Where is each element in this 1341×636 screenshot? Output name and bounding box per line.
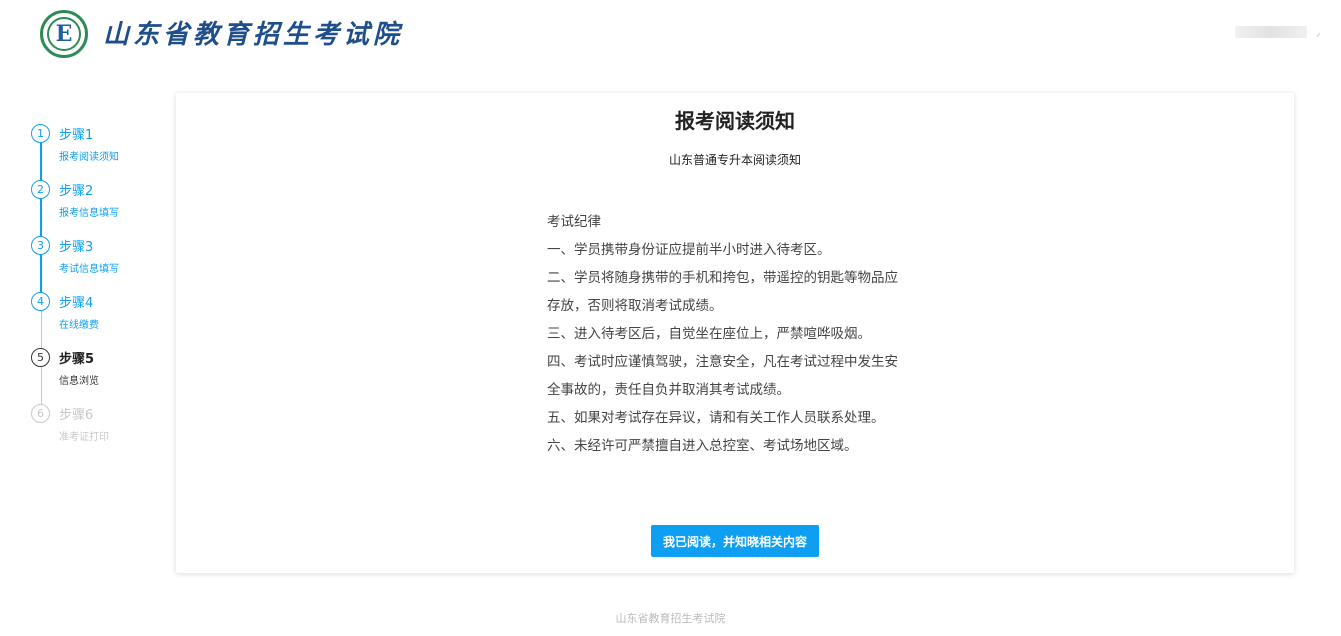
step-title: 步骤3 [59, 240, 94, 255]
notice-card: 报考阅读须知 山东普通专升本阅读须知 考试纪律 一、学员携带身份证应提前半小时进… [176, 93, 1294, 573]
step-5[interactable]: 5 步骤5 信息浏览 [30, 346, 170, 404]
step-connector [40, 255, 42, 292]
notice-line: 三、进入待考区后，自觉坐在座位上，严禁喧哗吸烟。 [547, 326, 871, 342]
page-subtitle: 山东普通专升本阅读须知 [668, 153, 801, 167]
step-desc: 信息浏览 [59, 376, 99, 387]
step-desc: 准考证打印 [59, 432, 109, 443]
step-number-circle: 3 [31, 236, 50, 255]
step-number-circle: 4 [31, 292, 50, 311]
step-4[interactable]: 4 步骤4 在线缴费 [30, 290, 170, 348]
step-title: 步骤2 [59, 184, 94, 199]
step-title: 步骤1 [59, 128, 94, 143]
notice-line: 存放，否则将取消考试成绩。 [547, 298, 723, 314]
step-6: 6 步骤6 准考证打印 [30, 402, 170, 458]
steps-sidebar: 1 步骤1 报考阅读须知 2 步骤2 报考信息填写 3 步骤3 考试信息填写 4… [30, 122, 170, 458]
header: E 山东省教育招生考试院 ⸝ [0, 0, 1341, 70]
step-number-circle: 1 [31, 124, 50, 143]
step-3[interactable]: 3 步骤3 考试信息填写 [30, 234, 170, 292]
notice-line: 四、考试时应谨慎驾驶，注意安全，凡在考试过程中发生安 [547, 354, 898, 370]
site-logo[interactable]: E [40, 10, 88, 58]
site-title: 山东省教育招生考试院 [103, 20, 404, 50]
step-desc: 考试信息填写 [59, 264, 119, 275]
notice-line: 全事故的，责任自负并取消其考试成绩。 [547, 382, 790, 398]
notice-line: 六、未经许可严禁擅自进入总控室、考试场地区域。 [547, 438, 858, 454]
step-connector [40, 367, 42, 404]
step-connector [40, 199, 42, 236]
notice-line: 一、学员携带身份证应提前半小时进入待考区。 [547, 242, 831, 258]
notice-heading: 考试纪律 [547, 214, 601, 230]
step-2[interactable]: 2 步骤2 报考信息填写 [30, 178, 170, 236]
step-title: 步骤5 [59, 352, 95, 367]
step-desc: 在线缴费 [59, 320, 99, 331]
footer-text: 山东省教育招生考试院 [615, 612, 726, 625]
step-connector [40, 311, 42, 348]
step-desc: 报考信息填写 [59, 208, 119, 219]
notice-text: 考试纪律 一、学员携带身份证应提前半小时进入待考区。 二、学员将随身携带的手机和… [547, 208, 927, 460]
notice-line: 五、如果对考试存在异议，请和有关工作人员联系处理。 [547, 410, 885, 426]
step-connector [40, 143, 42, 180]
step-desc: 报考阅读须知 [59, 152, 119, 163]
user-account-placeholder[interactable] [1235, 26, 1307, 38]
user-menu-caret-icon[interactable]: ⸝ [1316, 25, 1321, 39]
agree-button[interactable]: 我已阅读，并知晓相关内容 [651, 525, 819, 557]
step-number-circle: 2 [31, 180, 50, 199]
step-number-circle: 6 [31, 404, 50, 423]
logo-emblem-icon: E [47, 17, 81, 51]
page-title: 报考阅读须知 [675, 109, 795, 133]
notice-line: 二、学员将随身携带的手机和挎包，带遥控的钥匙等物品应 [547, 270, 898, 286]
step-title: 步骤6 [59, 408, 94, 423]
step-title: 步骤4 [59, 296, 94, 311]
step-number-circle: 5 [31, 348, 50, 367]
step-1[interactable]: 1 步骤1 报考阅读须知 [30, 122, 170, 180]
